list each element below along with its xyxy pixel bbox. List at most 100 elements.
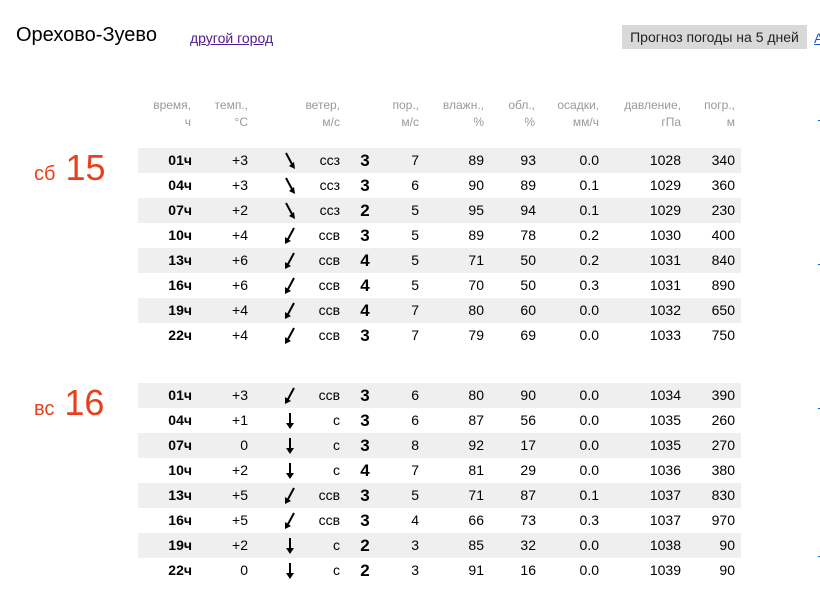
altitude-cell: 90 (719, 562, 735, 578)
table-row: 22ч 0 с 2 3 91 16 0.0 1039 90 (138, 558, 741, 583)
precipitation-cell: 0.0 (579, 302, 599, 318)
altitude-cell: 230 (711, 202, 735, 218)
gust-cell: 5 (411, 202, 419, 218)
humidity-cell: 89 (468, 227, 484, 243)
wind-arrow-icon (282, 537, 298, 554)
time-cell: 07ч (168, 202, 192, 218)
humidity-cell: 79 (468, 327, 484, 343)
temp-cell: +6 (232, 277, 248, 293)
precipitation-cell: 0.3 (579, 277, 599, 293)
temp-cell: +2 (232, 202, 248, 218)
wind-direction-cell: ссв (318, 277, 340, 293)
time-cell: 13ч (168, 252, 192, 268)
cloudiness-cell: 16 (520, 562, 536, 578)
cloudiness-cell: 73 (520, 512, 536, 528)
pressure-cell: 1035 (649, 437, 681, 453)
wind-direction-cell: ссз (319, 152, 340, 168)
wind-speed-cell: 3 (360, 436, 370, 455)
header-humidity: влажн.,% (442, 98, 484, 129)
cloudiness-cell: 78 (520, 227, 536, 243)
table-row: 01ч +3 ссз 3 7 89 93 0.0 1028 340 (138, 148, 741, 173)
temp-cell: +4 (232, 302, 248, 318)
wind-arrow-icon (282, 412, 298, 429)
other-city-link[interactable]: другой город (190, 30, 273, 46)
table-row: 19ч +4 ссв 4 7 80 60 0.0 1032 650 (138, 298, 741, 323)
temp-cell: 0 (240, 437, 248, 453)
wind-arrow-icon (282, 327, 298, 344)
precipitation-cell: 0.0 (579, 412, 599, 428)
wind-speed-cell: 4 (360, 301, 370, 320)
humidity-cell: 70 (468, 277, 484, 293)
wind-speed-cell: 3 (360, 326, 370, 345)
cloudiness-cell: 50 (520, 252, 536, 268)
humidity-cell: 80 (468, 302, 484, 318)
cloudiness-cell: 29 (520, 462, 536, 478)
day-number: 15 (65, 147, 106, 188)
city-title: Орехово-Зуево (16, 24, 157, 46)
precipitation-cell: 0.2 (579, 252, 599, 268)
table-row: 22ч +4 ссв 3 7 79 69 0.0 1033 750 (138, 323, 741, 348)
pressure-cell: 1035 (649, 412, 681, 428)
altitude-cell: 360 (711, 177, 735, 193)
precipitation-cell: 0.2 (579, 227, 599, 243)
temp-cell: +2 (232, 462, 248, 478)
humidity-cell: 91 (468, 562, 484, 578)
pressure-cell: 1031 (649, 277, 681, 293)
wind-arrow-icon (282, 152, 298, 169)
wind-speed-cell: 3 (360, 486, 370, 505)
gust-cell: 3 (411, 562, 419, 578)
altitude-cell: 390 (711, 387, 735, 403)
humidity-cell: 81 (468, 462, 484, 478)
table-row: 07ч +2 ссз 2 5 95 94 0.1 1029 230 (138, 198, 741, 223)
altitude-cell: 840 (711, 252, 735, 268)
temp-cell: +1 (232, 412, 248, 428)
wind-arrow-icon (282, 437, 298, 454)
wind-direction-cell: с (333, 562, 340, 578)
altitude-cell: 400 (711, 227, 735, 243)
wind-speed-cell: 2 (360, 201, 370, 220)
time-cell: 10ч (168, 462, 192, 478)
precipitation-cell: 0.3 (579, 512, 599, 528)
humidity-cell: 71 (468, 487, 484, 503)
wind-arrow-icon (282, 177, 298, 194)
wind-speed-cell: 2 (360, 536, 370, 555)
wind-speed-cell: 3 (360, 411, 370, 430)
temp-cell: +2 (232, 537, 248, 553)
pressure-cell: 1032 (649, 302, 681, 318)
humidity-cell: 85 (468, 537, 484, 553)
day-name: сб (34, 163, 56, 185)
header-cloud: обл.,% (508, 98, 535, 129)
table-row: 10ч +4 ссв 3 5 89 78 0.2 1030 400 (138, 223, 741, 248)
temp-cell: +5 (232, 512, 248, 528)
forecast-5-days-button[interactable]: Прогноз погоды на 5 дней (622, 25, 807, 49)
gust-cell: 7 (411, 152, 419, 168)
wind-direction-cell: с (333, 412, 340, 428)
wind-speed-cell: 4 (360, 461, 370, 480)
table-row: 10ч +2 с 4 7 81 29 0.0 1036 380 (138, 458, 741, 483)
temp-cell: +3 (232, 152, 248, 168)
humidity-cell: 87 (468, 412, 484, 428)
time-cell: 19ч (168, 537, 192, 553)
altitude-cell: 380 (711, 462, 735, 478)
altitude-cell: 90 (719, 537, 735, 553)
time-cell: 16ч (168, 277, 192, 293)
time-cell: 04ч (168, 412, 192, 428)
header-pressure: давление, гПа (624, 98, 681, 129)
wind-direction-cell: ссв (318, 512, 340, 528)
table-row: 04ч +3 ссз 3 6 90 89 0.1 1029 360 (138, 173, 741, 198)
cloudiness-cell: 89 (520, 177, 536, 193)
cloudiness-cell: 94 (520, 202, 536, 218)
humidity-cell: 92 (468, 437, 484, 453)
humidity-cell: 71 (468, 252, 484, 268)
altitude-cell: 750 (711, 327, 735, 343)
humidity-cell: 80 (468, 387, 484, 403)
header-wind: ветер, м/с (305, 98, 340, 129)
gust-cell: 7 (411, 462, 419, 478)
day-number: 16 (64, 382, 105, 423)
pressure-cell: 1037 (649, 512, 681, 528)
cloudiness-cell: 60 (520, 302, 536, 318)
wind-direction-cell: ссв (318, 487, 340, 503)
edge-link[interactable]: А (814, 30, 820, 46)
wind-direction-cell: ссв (318, 327, 340, 343)
time-cell: 07ч (168, 437, 192, 453)
